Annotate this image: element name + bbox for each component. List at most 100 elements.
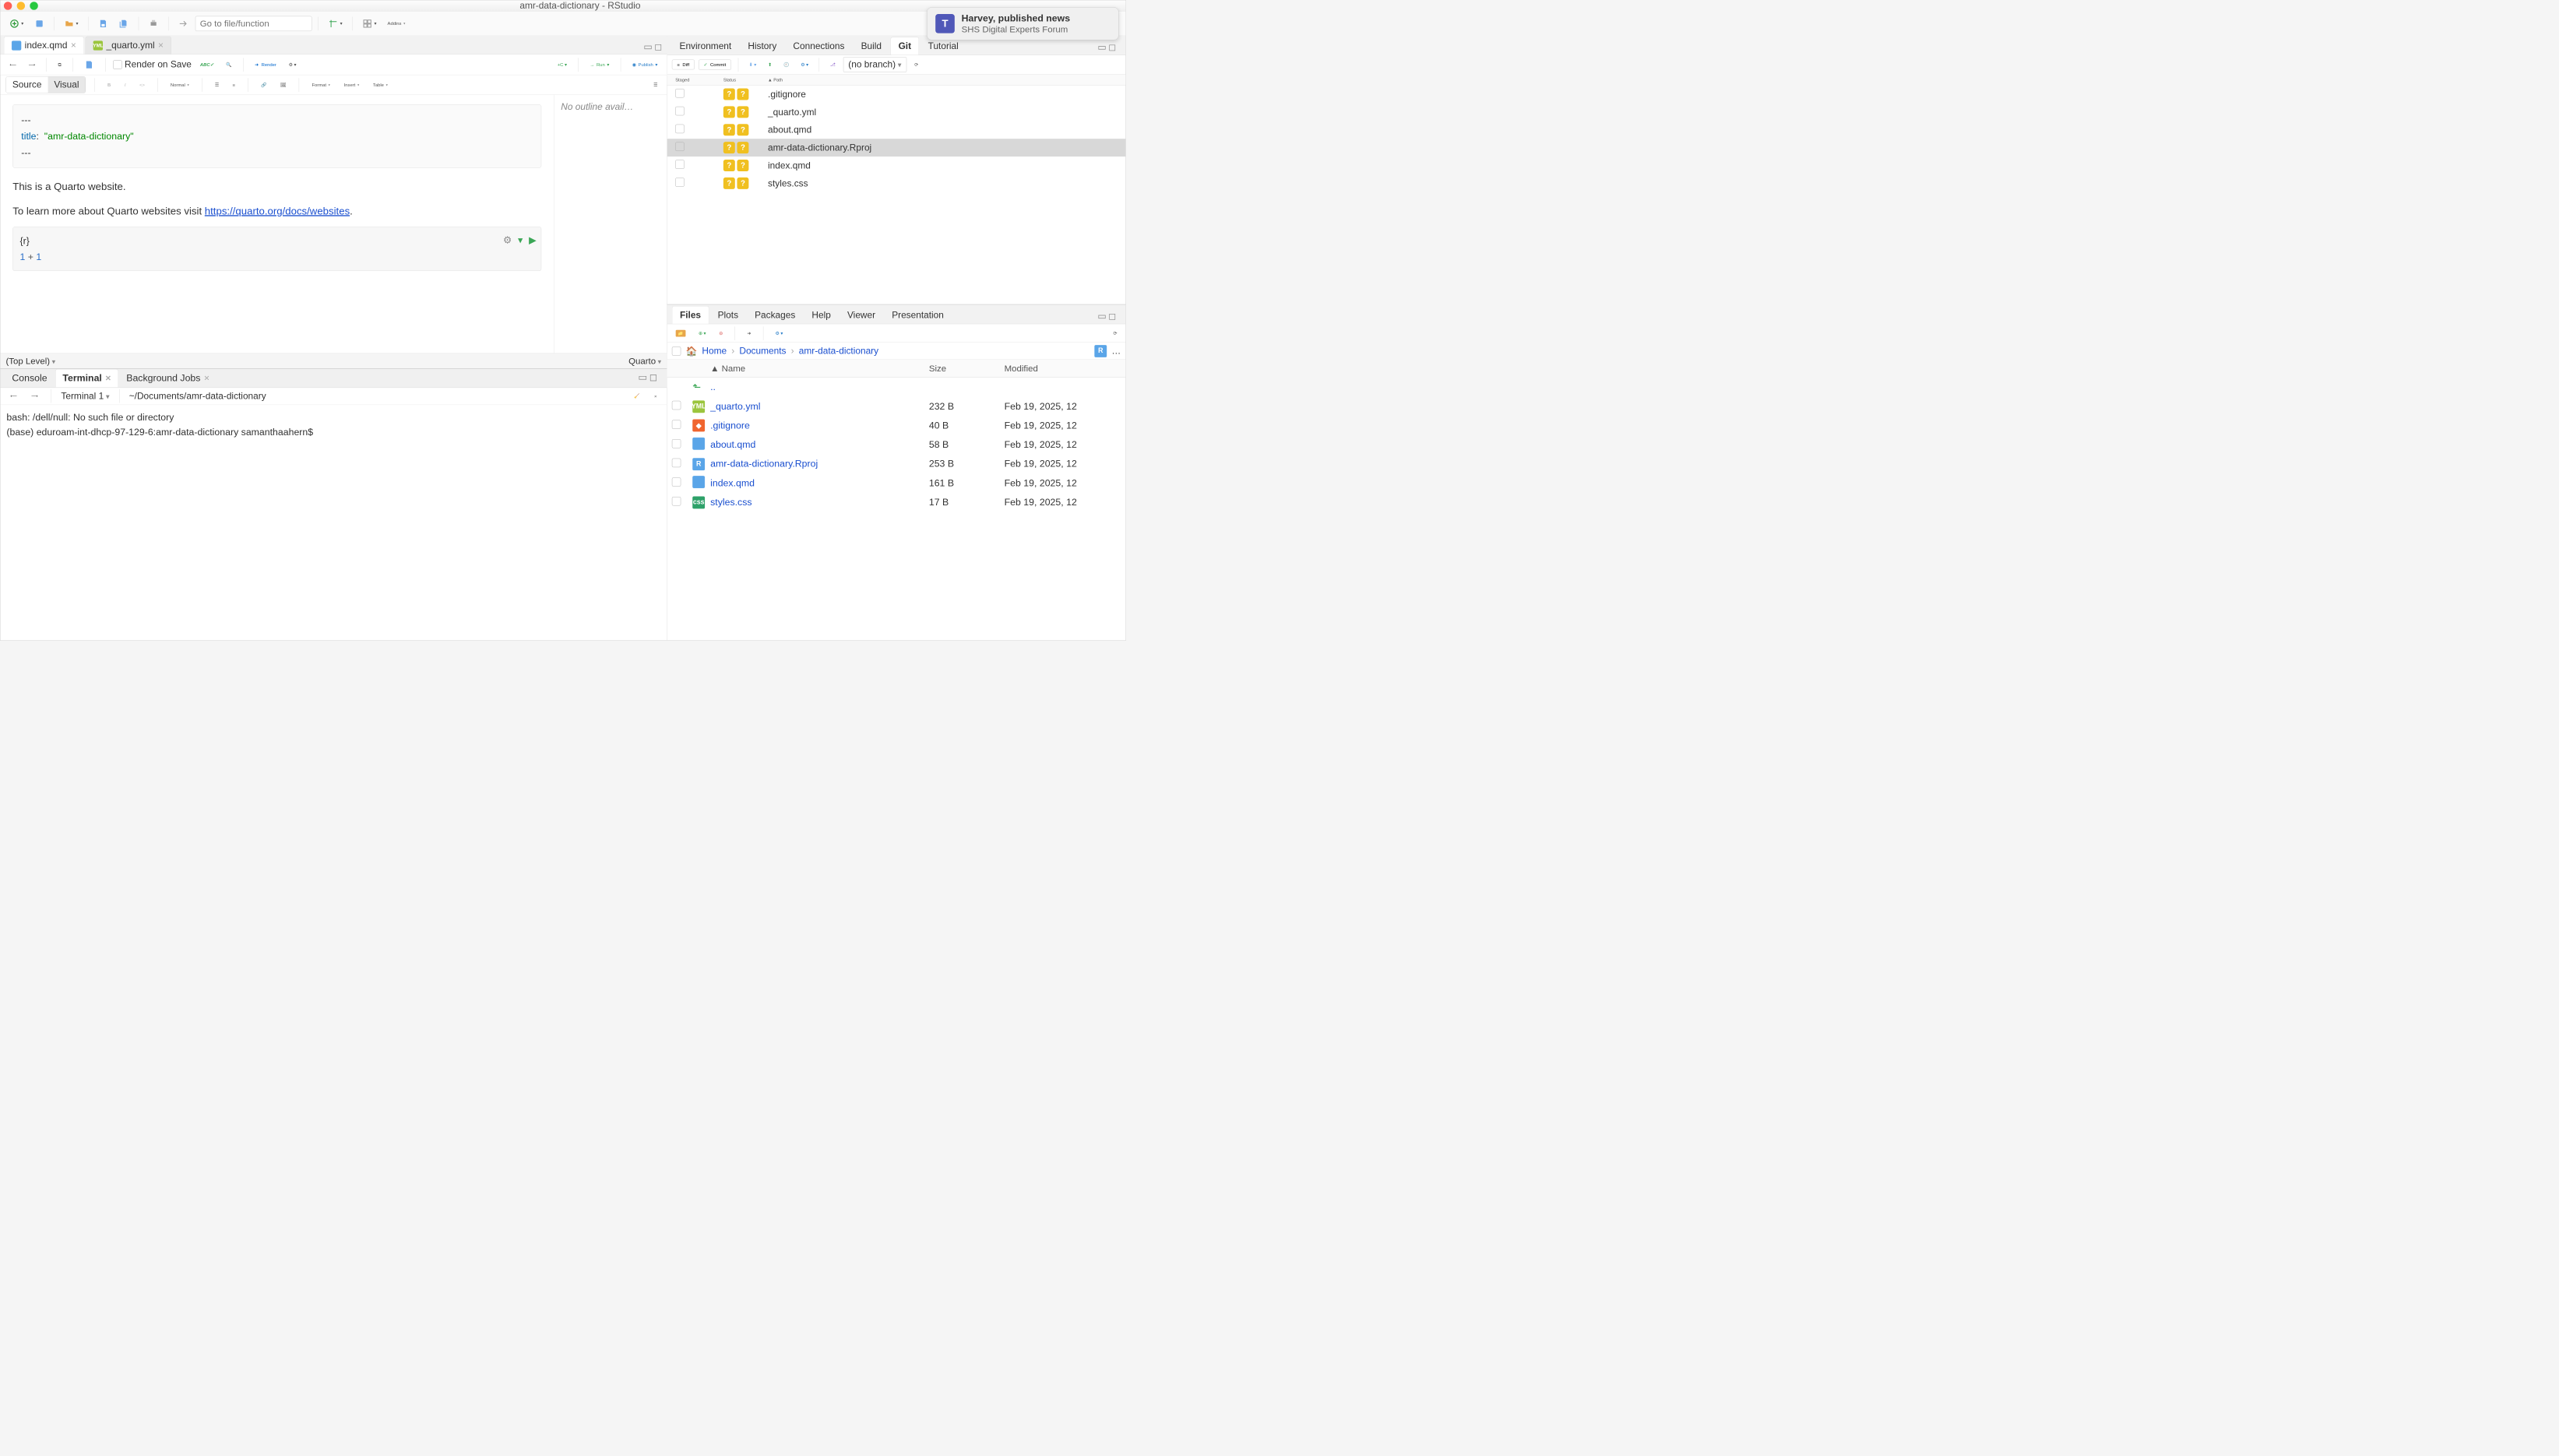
clear-terminal-button[interactable]: 🧹 [630,391,643,401]
chunk-options-icon[interactable]: ⚙ [503,232,512,248]
select-all-checkbox[interactable] [672,346,681,355]
file-checkbox[interactable] [672,477,681,486]
goto-file-button[interactable] [175,16,192,30]
file-checkbox[interactable] [672,439,681,448]
more-crumb-button[interactable]: … [1111,346,1121,357]
file-name[interactable]: _quarto.yml [710,401,929,412]
render-on-save-checkbox[interactable]: Render on Save [113,59,192,70]
spellcheck-button[interactable]: ABC✓ [196,59,217,69]
col-size[interactable]: Size [929,363,1005,374]
file-checkbox[interactable] [672,401,681,410]
scope-dropdown[interactable]: (Top Level) [5,356,55,367]
paragraph[interactable]: To learn more about Quarto websites visi… [12,202,541,220]
render-options-button[interactable]: ⚙ ▾ [285,59,301,69]
insert-menu[interactable]: Insert [340,80,363,90]
close-icon[interactable]: × [105,373,111,384]
file-row[interactable]: about.qmd 58 B Feb 19, 2025, 12 [667,435,1126,455]
forward-button[interactable]: ⟶ [25,59,39,69]
col-path[interactable]: ▲ Path [765,77,1121,83]
pane-layout-button[interactable]: ▾ [359,16,381,30]
file-name[interactable]: styles.css [710,497,929,508]
maximize-pane-icon[interactable]: ◻ [1108,42,1116,53]
col-staged[interactable]: Staged [672,77,720,83]
yaml-front-matter[interactable]: --- title: "amr-data-dictionary" --- [12,104,541,167]
save-button[interactable] [95,16,112,30]
goto-file-input[interactable] [195,16,312,30]
open-file-button[interactable]: ▾ [61,16,83,30]
col-modified[interactable]: Modified [1005,363,1121,374]
editor-tab-index[interactable]: index.qmd × [4,37,84,55]
save-doc-button[interactable] [80,58,97,72]
crumb-documents[interactable]: Documents [739,346,786,357]
tab-git[interactable]: Git [890,37,919,55]
file-row[interactable]: ◆ .gitignore 40 B Feb 19, 2025, 12 [667,416,1126,435]
bold-button[interactable]: B [104,80,114,90]
new-blank-file-button[interactable]: ⊕ ▾ [695,328,709,338]
minimize-pane-icon[interactable]: ▭ [1097,311,1106,322]
doc-type-dropdown[interactable]: Quarto [628,356,661,367]
pull-button[interactable]: ⬇ ▾ [745,59,760,69]
background-jobs-tab[interactable]: Background Jobs× [119,369,216,387]
editor-content[interactable]: --- title: "amr-data-dictionary" --- Thi… [0,95,554,353]
tab-environment[interactable]: Environment [672,37,739,55]
notification-toast[interactable]: T Harvey, published news SHS Digital Exp… [927,7,1118,40]
stage-checkbox[interactable] [675,142,684,150]
close-terminal-button[interactable]: × [650,391,660,401]
file-checkbox[interactable] [672,497,681,505]
stage-checkbox[interactable] [675,160,684,168]
git-row[interactable]: ?? styles.css [667,174,1126,192]
new-folder-button[interactable]: 📁 [672,327,689,339]
file-name[interactable]: amr-data-dictionary.Rproj [710,459,929,470]
more-files-button[interactable]: ⚙ ▾ [772,328,787,338]
maximize-pane-icon[interactable]: ◻ [649,371,657,383]
history-button[interactable]: 🕘 [780,59,793,69]
rename-button[interactable]: ➜ [744,328,755,338]
link-button[interactable]: 🔗 [257,79,270,90]
file-row[interactable]: R amr-data-dictionary.Rproj 253 B Feb 19… [667,454,1126,473]
tab-packages[interactable]: Packages [747,306,803,323]
quarto-docs-link[interactable]: https://quarto.org/docs/websites [205,206,350,217]
git-row[interactable]: ?? amr-data-dictionary.Rproj [667,139,1126,157]
outline-toggle-button[interactable]: ☰ [649,79,661,90]
run-chunk-icon[interactable]: ▶ [529,232,536,248]
term-forward-button[interactable]: ⟶ [27,391,41,401]
file-name[interactable]: index.qmd [710,477,929,488]
new-project-button[interactable] [30,16,48,30]
source-visual-toggle[interactable]: Source Visual [5,76,85,93]
crumb-project[interactable]: amr-data-dictionary [799,346,878,357]
file-row[interactable]: css styles.css 17 B Feb 19, 2025, 12 [667,493,1126,512]
refresh-files-button[interactable]: ⟳ [1110,328,1121,338]
bullet-list-button[interactable]: ☰ [211,79,223,90]
refresh-button[interactable]: ⟳ [910,59,922,69]
crumb-home[interactable]: Home [702,346,727,357]
minimize-window-button[interactable] [17,2,26,10]
close-icon[interactable]: × [158,40,164,51]
terminal-output[interactable]: bash: /dell/null: No such file or direct… [0,405,667,640]
terminal-selector[interactable]: Terminal 1 [61,391,109,402]
file-row-up[interactable]: ⬑ .. [667,378,1126,397]
run-above-icon[interactable]: ▾ [518,232,523,248]
code-button[interactable]: <> [136,80,149,90]
show-in-new-window-button[interactable]: ⧉ [55,59,65,69]
delete-button[interactable]: ⊖ [715,328,727,338]
paragraph[interactable]: This is a Quarto website. [12,178,541,195]
back-button[interactable]: ⟵ [5,59,19,69]
visual-mode-button[interactable]: Visual [48,77,85,93]
tab-build[interactable]: Build [854,37,889,55]
git-row[interactable]: ?? about.qmd [667,121,1126,139]
tab-viewer[interactable]: Viewer [840,306,882,323]
new-file-button[interactable]: ▾ [5,16,27,30]
run-button[interactable]: → Run ▾ [586,59,614,69]
image-button[interactable]: 🖼 [276,79,290,90]
branch-selector[interactable]: (no branch) [843,57,906,72]
file-checkbox[interactable] [672,459,681,467]
rproj-icon[interactable]: R [1094,345,1107,357]
publish-button[interactable]: ◉ Publish ▾ [628,59,661,69]
commit-button[interactable]: ✓ Commit [699,59,731,69]
stage-checkbox[interactable] [675,89,684,97]
file-row[interactable]: index.qmd 161 B Feb 19, 2025, 12 [667,473,1126,493]
tab-help[interactable]: Help [804,306,839,323]
file-checkbox[interactable] [672,420,681,428]
git-row[interactable]: ?? index.qmd [667,157,1126,174]
grid-button[interactable]: ▾ [325,16,347,30]
